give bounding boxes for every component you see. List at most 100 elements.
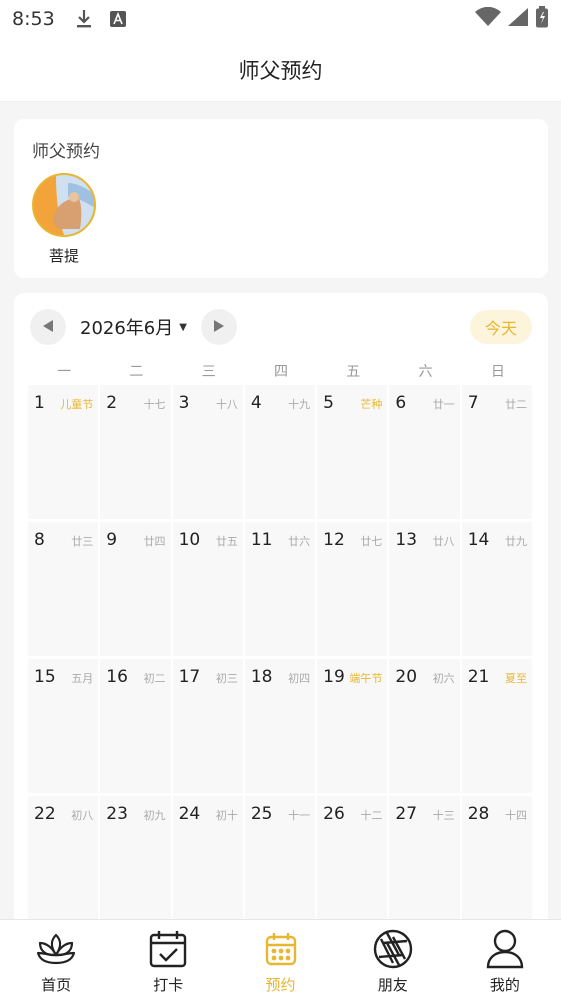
day-number: 13 (395, 530, 418, 550)
tab-label: 首页 (41, 976, 72, 994)
tab-appointment[interactable]: 预约 (224, 920, 336, 998)
prev-month-button[interactable] (30, 309, 66, 345)
tab-label: 我的 (489, 976, 520, 994)
calendar-day-cell[interactable]: 6 廿一 (389, 385, 462, 519)
wifi-icon (475, 6, 501, 31)
calendar-day-cell[interactable]: 3 十八 (172, 385, 245, 519)
lunar-date: 初二 (143, 672, 166, 685)
tab-label: 预约 (265, 976, 296, 994)
lunar-date: 廿七 (360, 535, 383, 548)
weekday-label: 二 (129, 364, 144, 380)
day-number: 12 (323, 530, 345, 550)
today-button[interactable]: 今天 (470, 310, 532, 344)
calendar-day-cell[interactable]: 19 端午节 (317, 659, 390, 793)
day-number: 16 (106, 667, 128, 687)
calendar-day-cell[interactable]: 21 夏至 (461, 659, 534, 793)
day-number: 21 (467, 667, 490, 687)
calendar-day-cell[interactable]: 5 芒种 (317, 385, 390, 519)
lunar-date: 廿九 (504, 535, 527, 548)
lunar-date: 十一 (288, 809, 311, 822)
calendar-day-cell[interactable]: 8 廿三 (28, 522, 101, 656)
calendar-day-cell[interactable]: 2 十七 (100, 385, 173, 519)
day-number: 7 (467, 393, 479, 413)
master-name: 菩提 (48, 247, 79, 265)
lunar-date: 初六 (432, 672, 455, 685)
day-number: 11 (250, 530, 273, 550)
tab-friends[interactable]: 朋友 (337, 920, 449, 998)
master-item[interactable]: 菩提 (32, 173, 96, 266)
day-number: 18 (250, 667, 273, 687)
lunar-date: 夏至 (504, 672, 527, 685)
calendar-day-cell[interactable]: 1 儿童节 (28, 385, 101, 519)
lunar-date: 初十 (215, 809, 238, 822)
calendar-day-cell[interactable]: 27 十三 (389, 796, 462, 930)
calendar-day-cell[interactable]: 14 廿九 (461, 522, 534, 656)
calendar-card: 2026年6月 ▼ 今天 一 二 三 四 五 六 日 1 儿童节 2 十七 3 十八 4 十九… (14, 293, 548, 933)
weekday-label: 日 (490, 364, 505, 380)
weekday-label: 五 (346, 364, 361, 380)
month-label: 2026年6月 (80, 318, 174, 339)
calendar-week-row: 1 儿童节 2 十七 3 十八 4 十九 5 芒种 6 廿一 7 廿二 (28, 385, 534, 522)
calendar-day-cell[interactable]: 12 廿七 (317, 522, 390, 656)
avatar[interactable] (32, 173, 96, 237)
day-number: 20 (395, 667, 418, 687)
calendar-day-cell[interactable]: 26 十二 (317, 796, 390, 930)
day-number: 6 (395, 393, 407, 413)
status-indicators (475, 6, 549, 32)
tab-home[interactable]: 首页 (0, 920, 112, 998)
weekday-header: 一 二 三 四 五 六 日 (28, 361, 534, 381)
lunar-date: 廿二 (504, 398, 527, 411)
lunar-date: 廿五 (215, 535, 238, 548)
tab-checkin[interactable]: 打卡 (112, 920, 224, 998)
calendar-icon (260, 928, 302, 970)
calendar-day-cell[interactable]: 20 初六 (389, 659, 462, 793)
caret-down-icon: ▼ (179, 321, 187, 333)
calendar-grid: 1 儿童节 2 十七 3 十八 4 十九 5 芒种 6 廿一 7 廿二 8 廿三 9 廿四 10 廿五 11 廿六 12 廿七… (28, 385, 534, 933)
calendar-day-cell[interactable]: 25 十一 (244, 796, 318, 930)
lunar-date: 五月 (71, 672, 94, 685)
user-icon (484, 928, 526, 970)
calendar-day-cell[interactable]: 13 廿八 (389, 522, 462, 656)
calendar-day-cell[interactable]: 23 初九 (100, 796, 173, 930)
lunar-date: 初八 (71, 809, 94, 822)
month-selector[interactable]: 2026年6月 ▼ (80, 314, 187, 340)
lunar-date: 芒种 (360, 398, 383, 411)
weekday-label: 六 (418, 364, 433, 380)
calendar-day-cell[interactable]: 22 初八 (28, 796, 101, 930)
calendar-day-cell[interactable]: 24 初十 (172, 796, 245, 930)
tab-profile[interactable]: 我的 (449, 920, 561, 998)
calendar-day-cell[interactable]: 16 初二 (100, 659, 173, 793)
tab-label: 打卡 (153, 976, 184, 994)
day-number: 22 (34, 804, 56, 824)
calendar-day-cell[interactable]: 4 十九 (244, 385, 318, 519)
day-number: 2 (106, 393, 118, 413)
day-number: 24 (178, 804, 201, 824)
day-number: 25 (250, 804, 273, 824)
calendar-day-cell[interactable]: 7 廿二 (461, 385, 534, 519)
day-number: 19 (323, 667, 345, 687)
calendar-day-cell[interactable]: 10 廿五 (172, 522, 245, 656)
calendar-week-row: 22 初八 23 初九 24 初十 25 十一 26 十二 27 十三 28 十四 (28, 796, 534, 933)
calendar-day-cell[interactable]: 18 初四 (244, 659, 318, 793)
calendar-check-icon (147, 928, 189, 970)
lunar-date: 廿一 (432, 398, 455, 411)
calendar-day-cell[interactable]: 28 十四 (461, 796, 534, 930)
calendar-day-cell[interactable]: 11 廿六 (244, 522, 318, 656)
calendar-day-cell[interactable]: 9 廿四 (100, 522, 173, 656)
calendar-week-row: 15 五月 16 初二 17 初三 18 初四 19 端午节 20 初六 21 夏至 (28, 659, 534, 796)
tab-label: 朋友 (377, 976, 408, 994)
status-bar: 8:53 (0, 0, 561, 38)
day-number: 4 (250, 393, 262, 413)
calendar-day-cell[interactable]: 17 初三 (172, 659, 245, 793)
a-icon (107, 8, 129, 30)
lunar-date: 儿童节 (60, 398, 94, 411)
day-number: 15 (34, 667, 56, 687)
lunar-date: 十七 (143, 398, 166, 411)
next-month-button[interactable] (200, 309, 237, 345)
page-header: 师父预约 (0, 38, 561, 102)
master-section-title: 师父预约 (32, 142, 100, 162)
day-number: 5 (323, 393, 334, 413)
weekday-label: 三 (201, 364, 216, 380)
aperture-icon (372, 928, 414, 970)
calendar-day-cell[interactable]: 15 五月 (28, 659, 101, 793)
